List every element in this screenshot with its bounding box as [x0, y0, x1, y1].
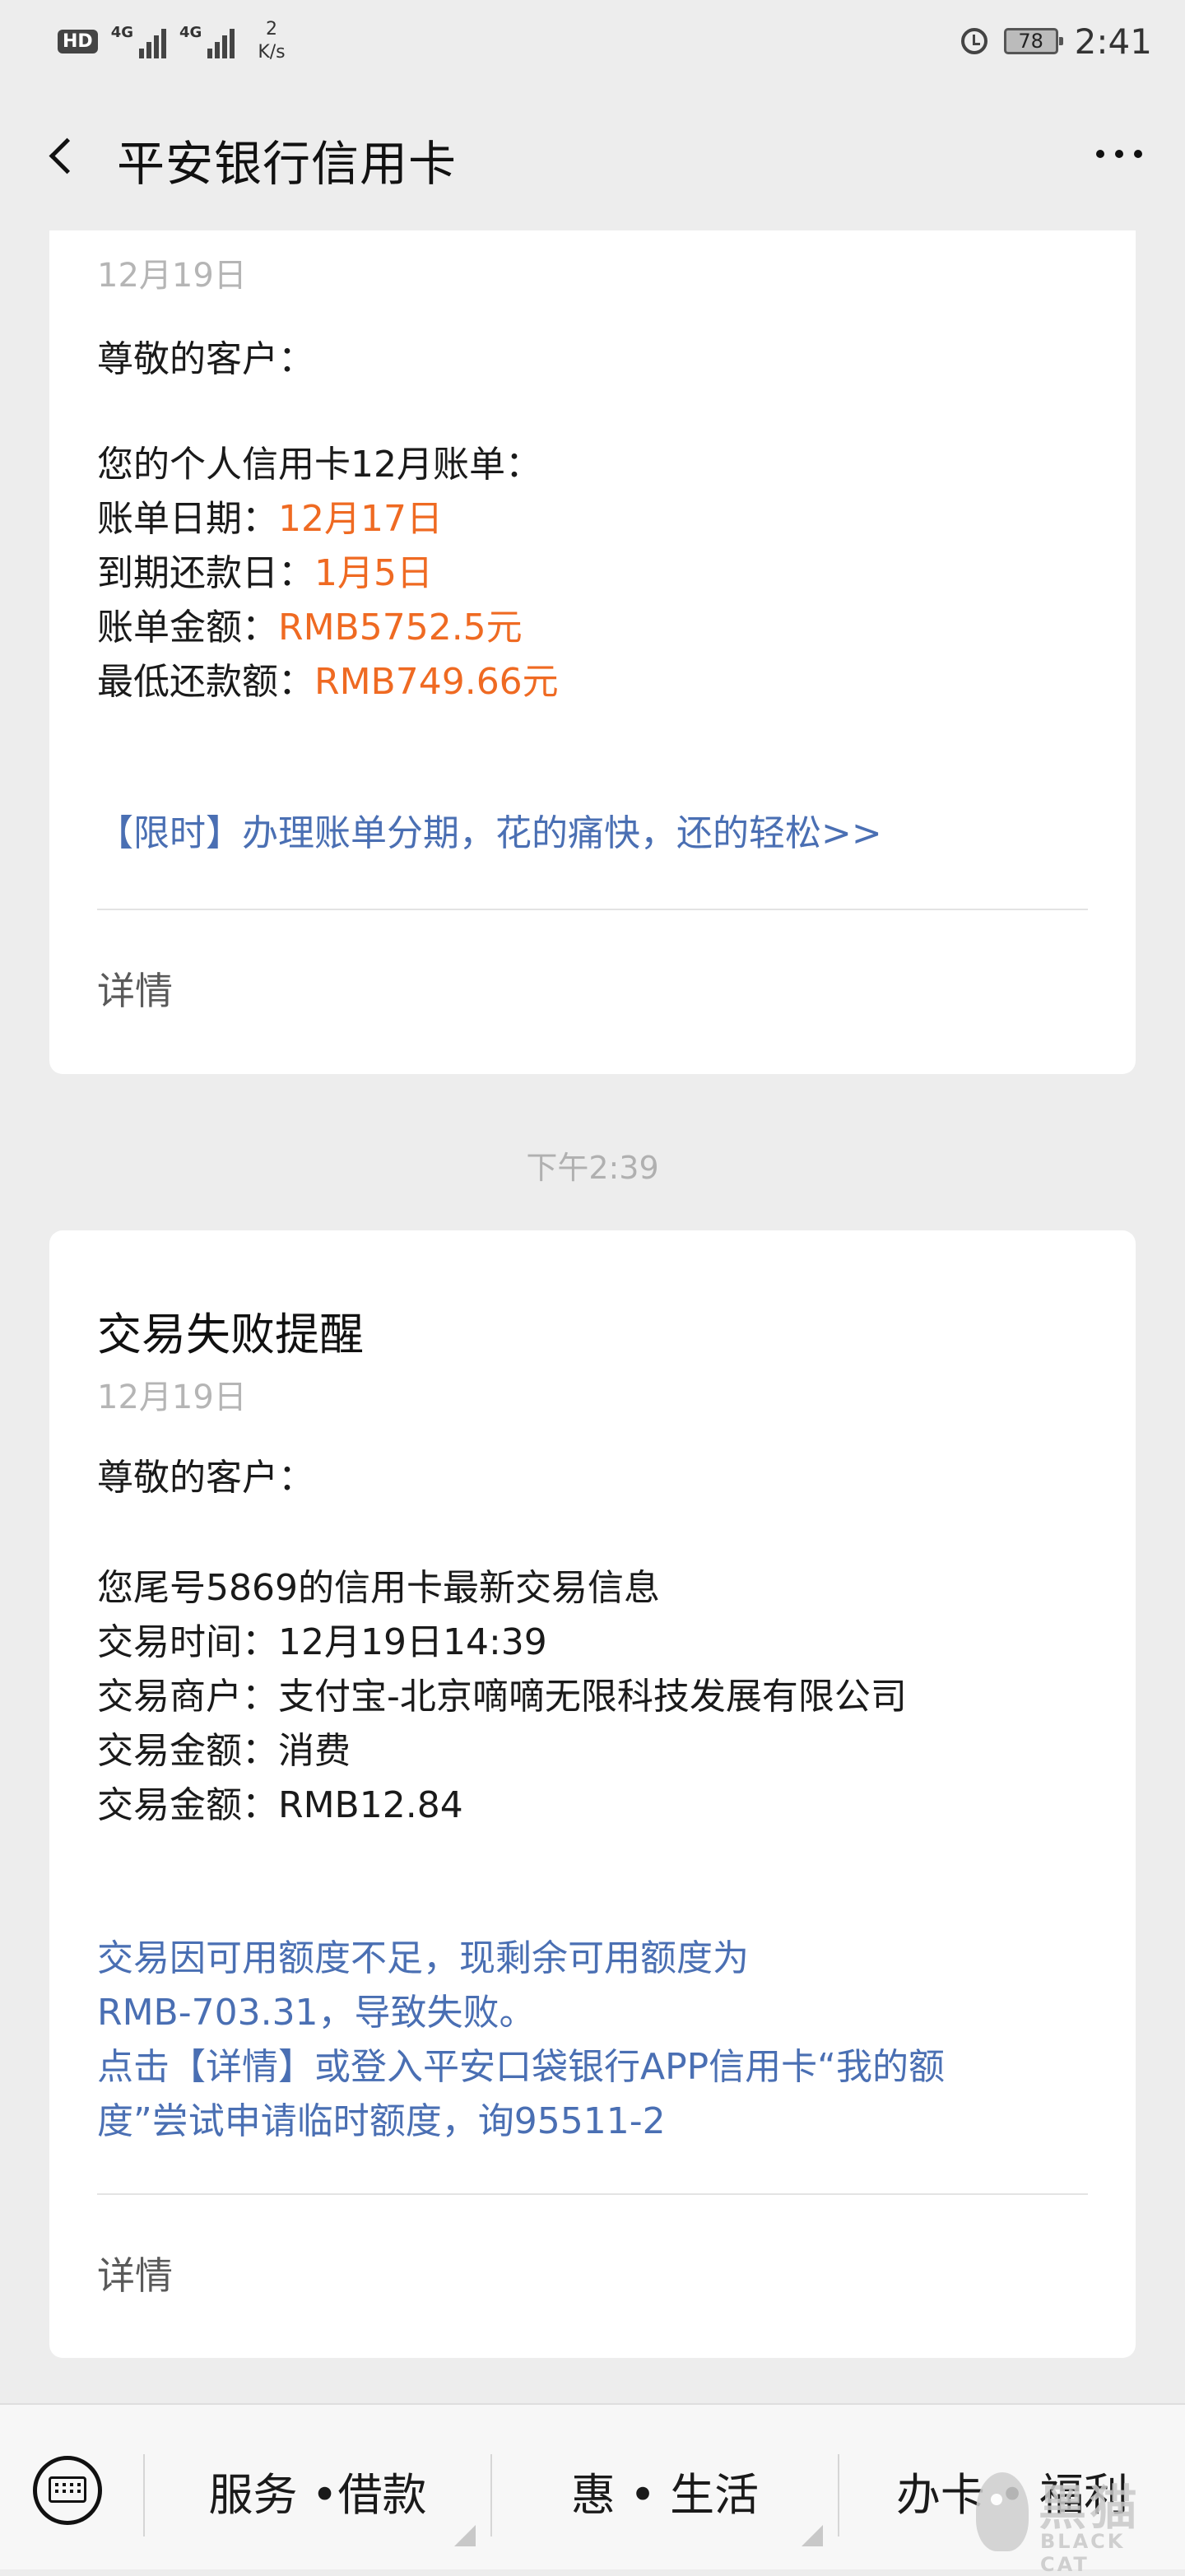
signal-icon: 4G — [111, 24, 166, 58]
notice-line: 点击【详情】或登入平安口袋银行APP信用卡“我的额 — [97, 2046, 945, 2088]
notice-line: RMB-703.31，导致失败。 — [97, 1992, 536, 2034]
detail-link[interactable]: 详情 — [97, 961, 173, 1016]
message-title: 交易失败提醒 — [97, 1309, 364, 1360]
min-payment-row: 最低还款额：RMB749.66元 — [97, 652, 559, 704]
transaction-line: 交易时间：12月19日14:39 — [97, 1621, 547, 1663]
speed-unit: K/s — [258, 42, 286, 63]
menu-label: 服务 •借款 — [208, 2469, 427, 2521]
menu-benefit-life[interactable]: 惠 • 生活 — [492, 2421, 838, 2569]
network-label-2: 4G — [179, 24, 202, 41]
battery-icon: 78 — [1003, 28, 1063, 54]
field-value: 1月5日 — [314, 552, 433, 594]
hd-badge: HD — [58, 29, 98, 53]
card-divider — [97, 909, 1088, 910]
credit-limit-notice[interactable]: 交易因可用额度不足，现剩余可用额度为 RMB-703.31，导致失败。 点击【详… — [97, 1932, 1088, 2149]
field-value: 12月17日 — [278, 498, 443, 540]
status-right: 78 2:41 — [960, 16, 1152, 66]
field-label: 到期还款日： — [97, 552, 314, 594]
status-left: HD 4G 4G 2 K/s — [58, 18, 286, 64]
detail-link[interactable]: 详情 — [97, 2246, 173, 2300]
black-cat-watermark: 黑猫 BLACK CAT — [976, 2469, 1173, 2576]
back-arrow-icon[interactable] — [40, 132, 89, 181]
page-title: 平安银行信用卡 — [117, 136, 458, 192]
status-bar: HD 4G 4G 2 K/s 78 2:41 — [0, 0, 1185, 82]
cat-logo-icon — [976, 2472, 1029, 2551]
watermark-text: 黑猫 — [1039, 2480, 1141, 2536]
installment-promo-link[interactable]: 【限时】办理账单分期，花的痛快，还的轻松>> — [97, 807, 1088, 861]
signal-icon-2: 4G — [179, 24, 235, 58]
bill-amount-row: 账单金额：RMB5752.5元 — [97, 598, 523, 650]
field-value: RMB5752.5元 — [278, 607, 523, 649]
notice-line: 交易因可用额度不足，现剩余可用额度为 — [97, 1937, 749, 1979]
transaction-failed-card[interactable]: 交易失败提醒 12月19日 尊敬的客户： 您尾号5869的信用卡最新交易信息 交… — [49, 1230, 1136, 2358]
network-label-1: 4G — [110, 24, 133, 41]
alarm-icon — [960, 28, 988, 54]
bill-date-row: 账单日期：12月17日 — [97, 489, 443, 542]
field-label: 账单金额： — [97, 607, 278, 649]
time-separator: 下午2:39 — [526, 1150, 659, 1186]
submenu-indicator-icon — [454, 2525, 476, 2546]
field-label: 账单日期： — [97, 498, 278, 540]
greeting: 尊敬的客户： — [97, 338, 314, 380]
field-value: RMB749.66元 — [314, 661, 559, 703]
submenu-indicator-icon — [802, 2525, 823, 2546]
watermark-text-en: BLACK CAT — [1040, 2530, 1126, 2576]
speed-value: 2 — [265, 19, 277, 40]
menu-service-loan[interactable]: 服务 •借款 — [145, 2421, 490, 2569]
greeting: 尊敬的客户： — [97, 1457, 314, 1499]
message-date: 12月19日 — [97, 1379, 247, 1416]
network-speed: 2 K/s — [258, 18, 285, 64]
due-date-row: 到期还款日：1月5日 — [97, 543, 433, 596]
more-options-icon[interactable] — [1096, 150, 1142, 158]
bill-message-card[interactable]: 12月19日 尊敬的客户： 您的个人信用卡12月账单： 账单日期：12月17日 … — [49, 181, 1136, 1074]
transaction-line: 您尾号5869的信用卡最新交易信息 — [97, 1567, 660, 1609]
chat-header: 平安银行信用卡 — [0, 82, 1185, 230]
transaction-line: 交易商户：支付宝-北京嘀嘀无限科技发展有限公司 — [97, 1676, 907, 1718]
card-divider — [97, 2193, 1088, 2195]
transaction-line: 交易金额：消费 — [97, 1730, 351, 1772]
notice-line: 度”尝试申请临时额度，询95511-2 — [97, 2100, 666, 2142]
field-label: 最低还款额： — [97, 661, 314, 703]
transaction-line: 交易金额：RMB12.84 — [97, 1784, 463, 1826]
message-date: 12月19日 — [97, 257, 247, 295]
menu-label: 惠 • 生活 — [570, 2469, 760, 2521]
clock: 2:41 — [1074, 21, 1152, 62]
bill-intro: 您的个人信用卡12月账单： — [97, 444, 541, 486]
keyboard-icon[interactable] — [33, 2456, 102, 2525]
